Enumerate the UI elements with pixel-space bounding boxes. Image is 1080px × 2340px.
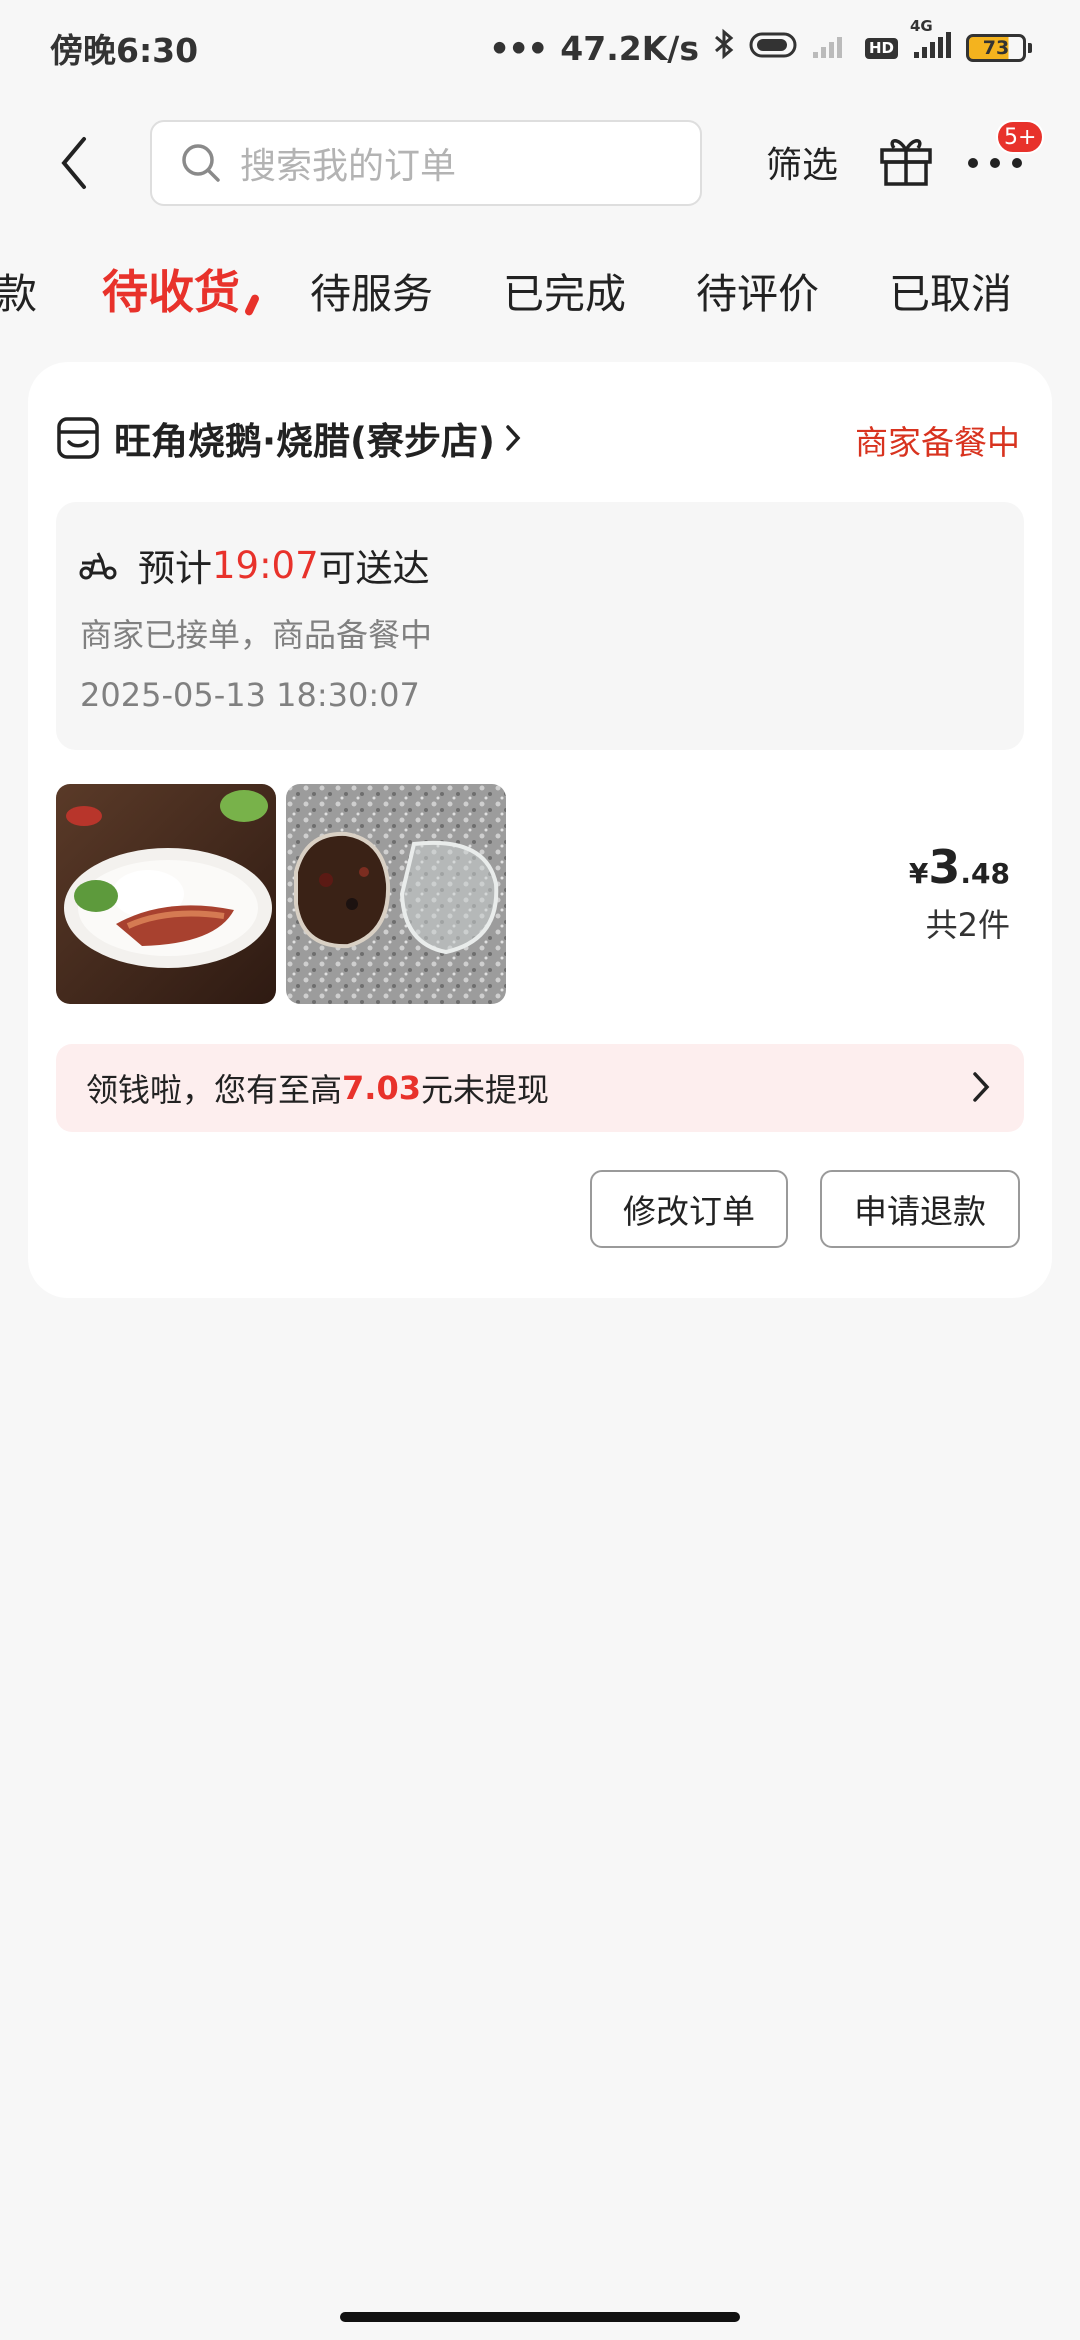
request-refund-button[interactable]: 申请退款 xyxy=(820,1170,1020,1248)
back-button[interactable] xyxy=(48,130,98,196)
chevron-right-icon xyxy=(506,425,521,451)
tab-pending-review[interactable]: 待评价 xyxy=(696,260,819,320)
tab-pending-receipt[interactable]: 待收货 xyxy=(102,256,240,322)
order-status: 商家备餐中 xyxy=(855,423,1020,462)
order-time: 2025-05-13 18:30:07 xyxy=(80,676,420,714)
eta-prefix: 预计 xyxy=(138,547,212,590)
order-card[interactable]: 旺角烧鹅·烧腊(寮步店) 商家备餐中 预计 19:07 可送达 商家已接单，商品备餐… xyxy=(28,362,1052,1298)
bluetooth-icon xyxy=(713,28,735,68)
delivery-info[interactable]: 预计 19:07 可送达 商家已接单，商品备餐中 2025-05-13 18:30:… xyxy=(56,502,1024,750)
tab-refund[interactable]: 款 xyxy=(0,260,37,320)
eta-suffix: 可送达 xyxy=(318,547,430,590)
item-count: 共2件 xyxy=(925,906,1010,944)
product-thumbnail[interactable] xyxy=(56,784,276,1004)
cashout-promo-banner[interactable]: 领钱啦，您有至高 7.03 元未提现 xyxy=(56,1044,1024,1132)
search-placeholder: 搜索我的订单 xyxy=(240,146,457,187)
eta-time: 19:07 xyxy=(212,543,319,587)
tab-completed[interactable]: 已完成 xyxy=(503,260,626,320)
network-type: 4G xyxy=(910,16,933,35)
shop-header[interactable]: 旺角烧鹅·烧腊(寮步店) 商家备餐中 xyxy=(56,410,1020,466)
chevron-left-icon xyxy=(61,137,86,189)
order-price: ¥3.48 xyxy=(908,840,1010,894)
more-dots-icon xyxy=(968,158,1022,168)
home-indicator[interactable] xyxy=(340,2312,740,2322)
battery-icon: 73 xyxy=(966,34,1032,62)
signal-4g-icon: 4G xyxy=(910,17,952,68)
hd-badge: HD xyxy=(864,37,898,59)
eta-row: 预计 19:07 可送达 xyxy=(78,538,430,592)
notification-badge: 5+ xyxy=(996,120,1045,154)
status-icons: ••• 47.2K/s HD 4G 73 xyxy=(489,17,1032,68)
gift-button[interactable] xyxy=(876,128,936,188)
tab-cancelled[interactable]: 已取消 xyxy=(889,260,1012,320)
chevron-right-icon xyxy=(973,1072,990,1102)
order-tabs: 款 待收货 待服务 已完成 待评价 已取消 xyxy=(0,250,1080,330)
network-speed: 47.2K/s xyxy=(560,28,699,68)
tab-pending-service[interactable]: 待服务 xyxy=(310,260,433,320)
battery-level: 73 xyxy=(966,34,1026,62)
search-input[interactable]: 搜索我的订单 xyxy=(150,120,702,206)
promo-amount: 7.03 xyxy=(342,1069,421,1107)
modify-order-button[interactable]: 修改订单 xyxy=(590,1170,788,1248)
promo-suffix: 元未提现 xyxy=(420,1071,549,1109)
filter-button[interactable]: 筛选 xyxy=(766,136,838,188)
product-thumbnail[interactable] xyxy=(286,784,506,1004)
promo-prefix: 领钱啦，您有至高 xyxy=(86,1071,343,1109)
more-button[interactable]: 5+ xyxy=(966,120,1045,188)
toggle-icon xyxy=(749,29,797,68)
search-icon xyxy=(182,144,220,182)
signal-empty-icon xyxy=(811,29,851,68)
scooter-icon xyxy=(79,552,117,580)
header: 搜索我的订单 筛选 5+ xyxy=(0,116,1080,212)
status-bar: 傍晚6:30 ••• 47.2K/s HD 4G 73 xyxy=(0,0,1080,96)
status-time: 傍晚6:30 xyxy=(50,31,199,70)
status-dots: ••• xyxy=(489,28,548,68)
shop-name[interactable]: 旺角烧鹅·烧腊(寮步店) xyxy=(114,411,495,465)
shop-icon xyxy=(57,417,99,459)
delivery-status: 商家已接单，商品备餐中 xyxy=(80,616,433,654)
sauce-container-image xyxy=(286,784,506,1004)
gift-icon xyxy=(880,139,932,186)
price-block: ¥3.48 共2件 xyxy=(909,840,1010,946)
roast-goose-rice-image xyxy=(56,784,276,1004)
